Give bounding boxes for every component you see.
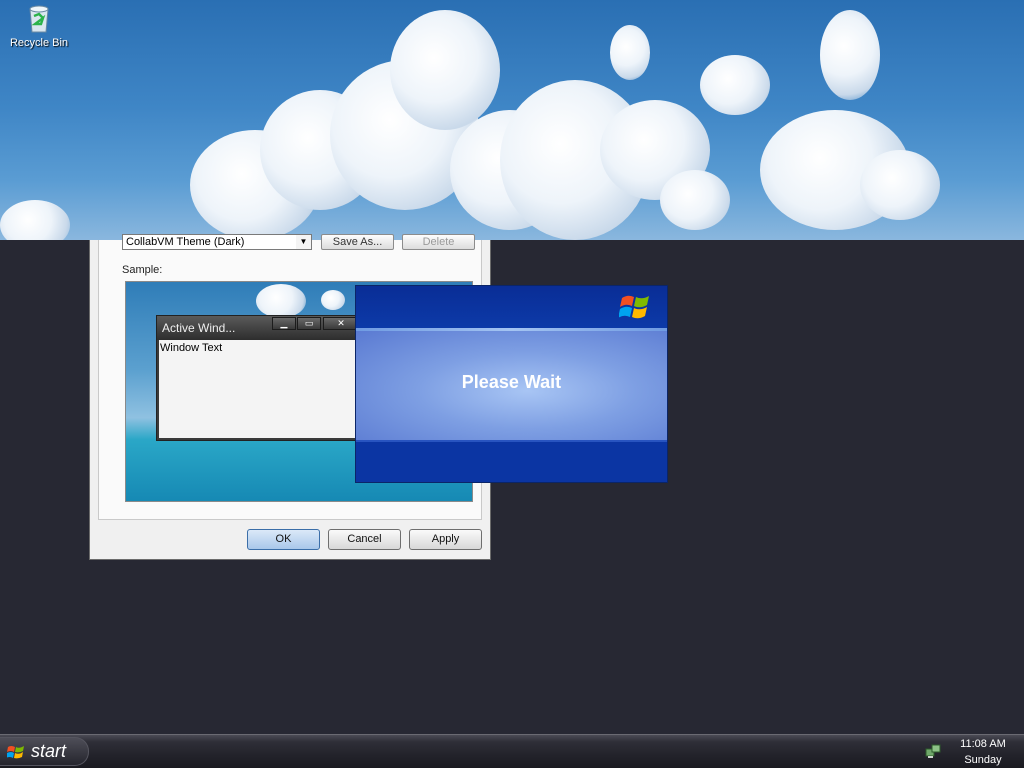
taskbar: start 11:08 AM Sunday <box>0 734 1024 768</box>
please-wait-dialog: Please Wait <box>355 285 668 483</box>
system-tray: 11:08 AM Sunday <box>920 735 1024 768</box>
sample-window-text: Window Text <box>160 342 223 354</box>
close-icon: ✕ <box>323 317 359 330</box>
recycle-bin-icon <box>23 2 55 34</box>
windows-flag-icon <box>6 744 25 761</box>
start-label: start <box>31 741 67 761</box>
sample-label: Sample: <box>122 264 163 276</box>
cancel-button[interactable]: Cancel <box>328 529 401 550</box>
clock-time: 11:08 AM <box>960 738 1006 750</box>
start-button[interactable]: start <box>0 737 89 766</box>
clock-day: Sunday <box>964 754 1002 766</box>
clock[interactable]: 11:08 AM Sunday <box>948 736 1018 768</box>
windows-xp-logo <box>618 292 653 324</box>
chevron-down-icon: ▼ <box>296 235 311 249</box>
ok-button[interactable]: OK <box>247 529 320 550</box>
save-as-button[interactable]: Save As... <box>321 234 394 250</box>
minimize-icon: ▁ <box>272 317 296 330</box>
sample-window-title: Active Wind... <box>162 321 236 335</box>
theme-select-value: CollabVM Theme (Dark) <box>126 236 245 248</box>
please-wait-message: Please Wait <box>461 372 562 392</box>
desktop-icon-recycle-bin[interactable]: Recycle Bin <box>6 2 72 49</box>
delete-button[interactable]: Delete <box>402 234 475 250</box>
sample-active-window: Active Wind... ▁ ▭ ✕ Window Text ▲ ▼ <box>156 315 371 441</box>
desktop-wallpaper <box>0 0 1024 240</box>
maximize-icon: ▭ <box>297 317 321 330</box>
theme-select[interactable]: CollabVM Theme (Dark) ▼ <box>122 234 312 250</box>
desktop-icon-label: Recycle Bin <box>9 37 69 49</box>
network-icon[interactable] <box>925 743 941 759</box>
apply-button[interactable]: Apply <box>409 529 482 550</box>
